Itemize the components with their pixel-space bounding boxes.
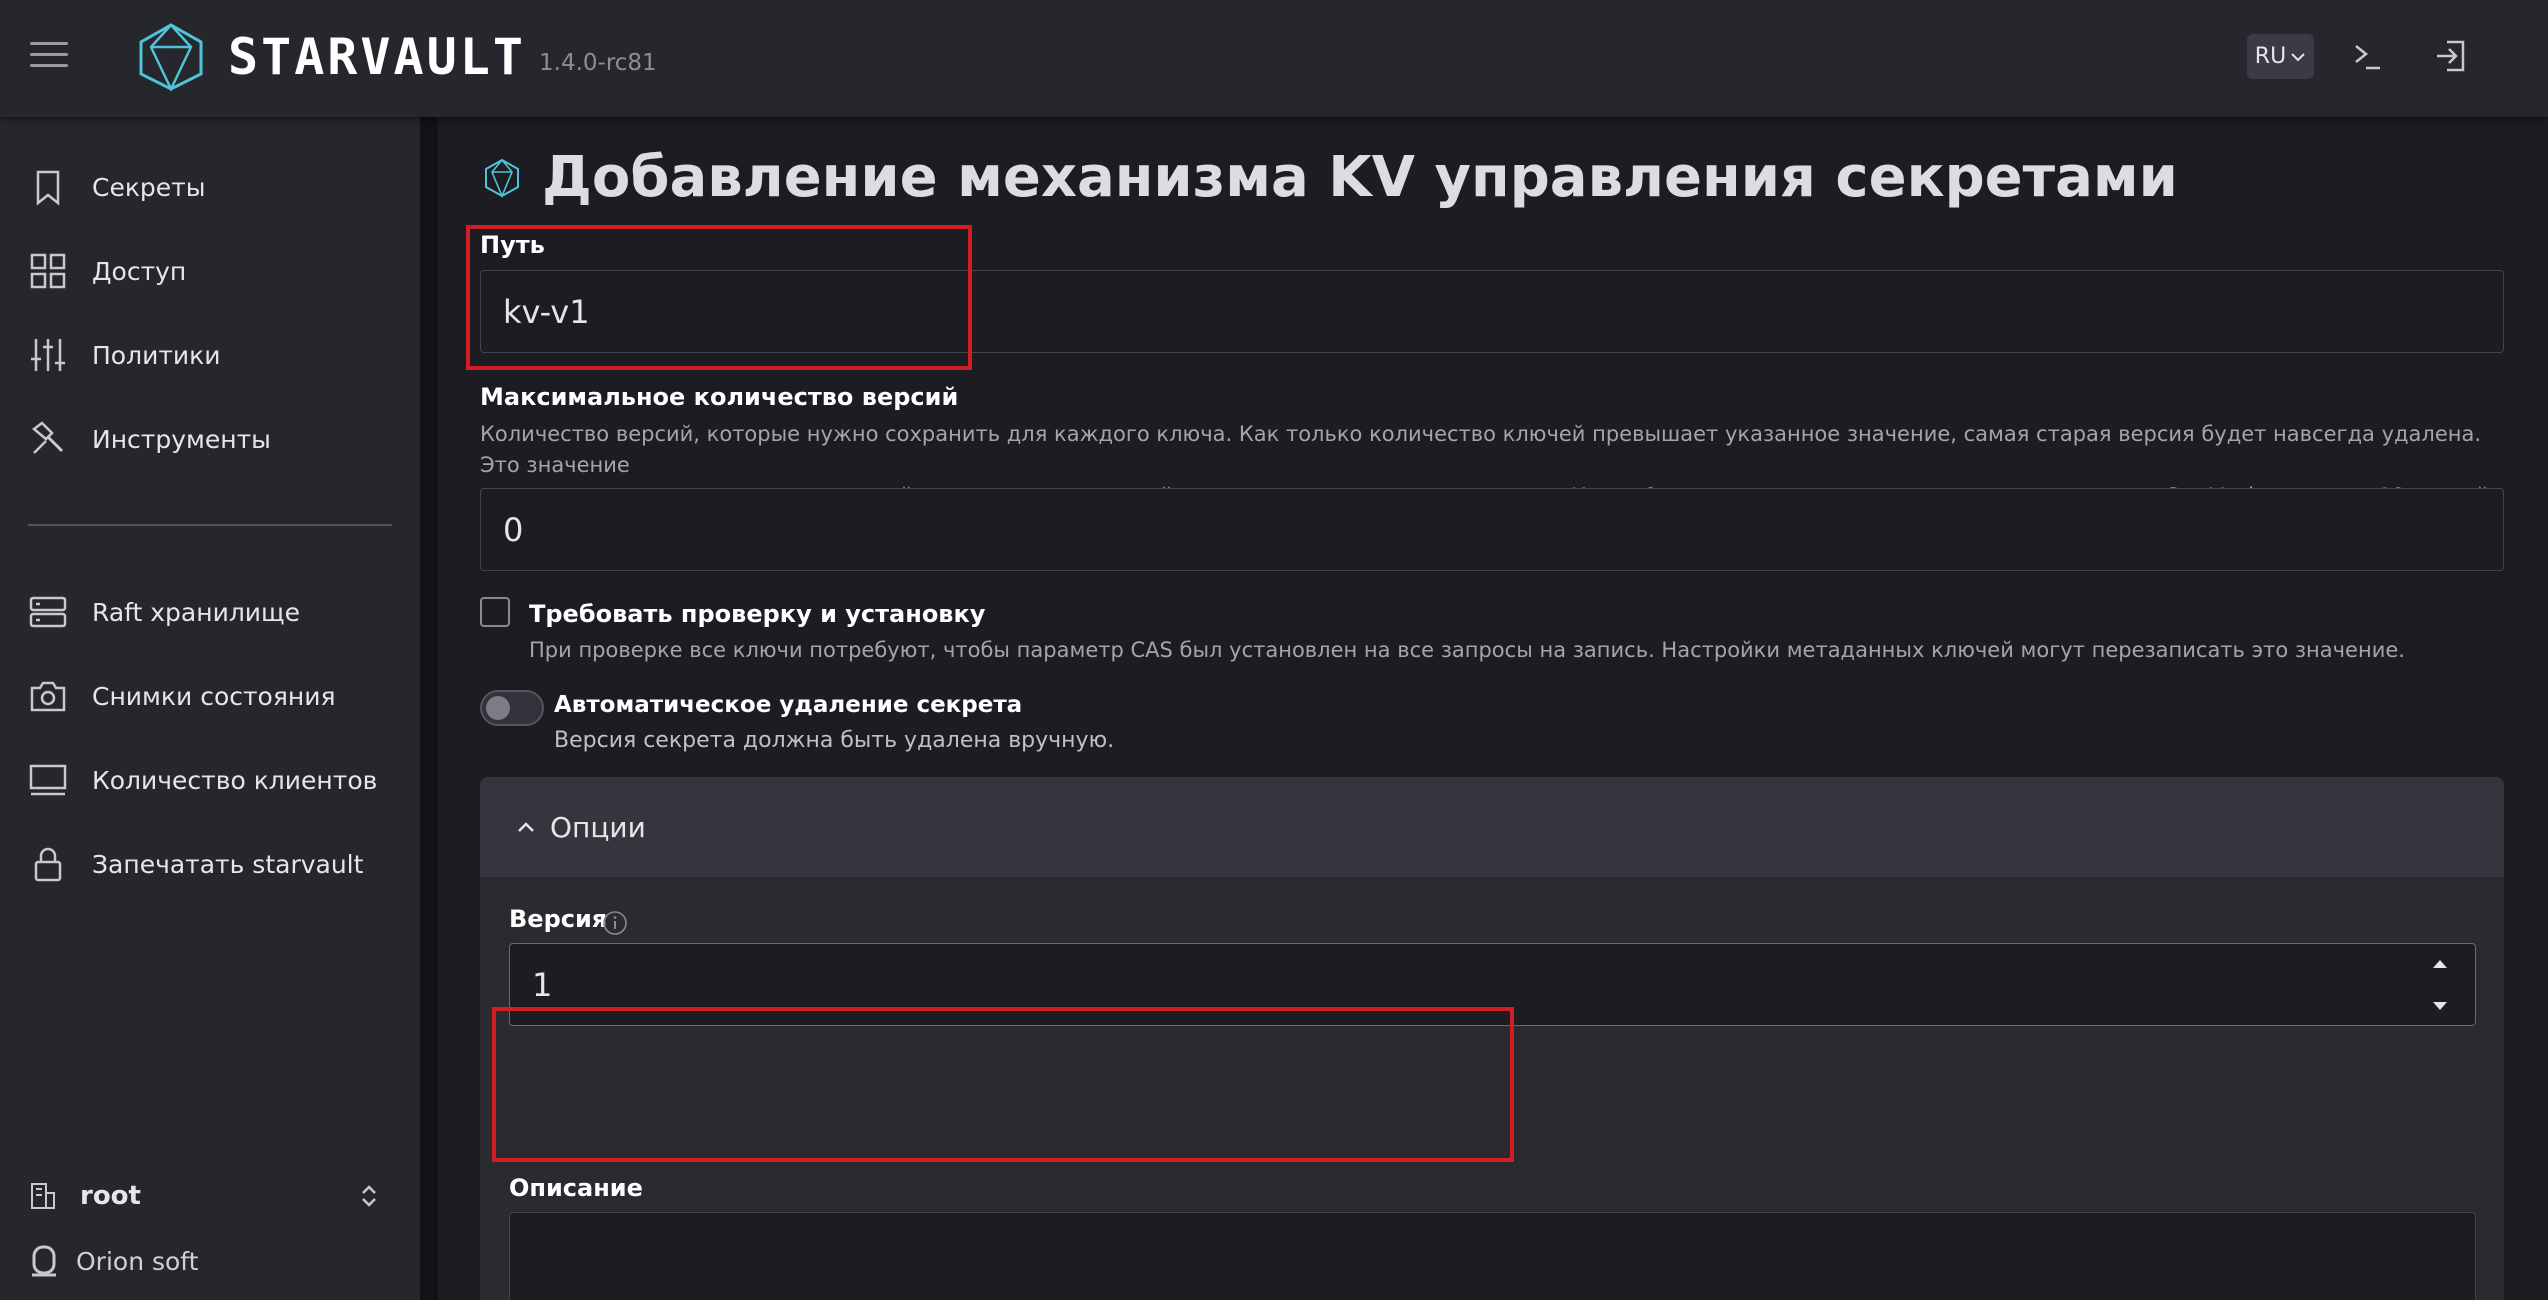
chevron-down-icon [2291,52,2305,61]
cas-checkbox[interactable] [480,597,510,627]
lock-icon [34,847,62,882]
path-input[interactable]: kv-v1 [480,270,2504,353]
sidebar-item-label: Снимки состояния [92,681,336,711]
top-bar: STARVAULT 1.4.0-rc81 RU [0,0,2548,117]
sidebar-item-raft-storage[interactable]: Raft хранилище [28,587,398,637]
namespace-picker[interactable]: root [28,1171,380,1221]
sidebar-item-tools[interactable]: Инструменты [28,414,398,464]
options-label: Опции [550,810,646,844]
language-select[interactable]: RU [2247,34,2314,79]
orion-logo-icon [32,1245,56,1277]
sidebar-item-client-count[interactable]: Количество клиентов [28,755,398,805]
sidebar-item-secrets[interactable]: Секреты [28,162,398,212]
company-footer: Orion soft [28,1244,198,1278]
scroll-gutter [420,117,438,1300]
sidebar-item-policies[interactable]: Политики [28,330,398,380]
sidebar-item-access[interactable]: Доступ [28,246,398,296]
kv-version-label: Версия [509,905,608,933]
options-toggle[interactable]: Опции [480,777,2504,877]
max-versions-help-line-1: Количество версий, которые нужно сохрани… [480,422,2482,477]
sidebar-item-label: Политики [92,340,221,370]
sidebar-item-snapshots[interactable]: Снимки состояния [28,671,398,721]
cas-help: При проверке все ключи потребуют, чтобы … [529,638,2405,662]
logout-icon[interactable] [2431,36,2471,76]
sidebar-item-label: Доступ [92,256,187,286]
sidebar-item-label: Секреты [92,172,206,202]
sidebar-item-label: Raft хранилище [92,597,300,627]
sidebar-divider [28,524,392,526]
namespace-label: root [80,1181,141,1211]
main-content: Добавление механизма KV управления секре… [438,117,2548,1300]
bookmark-icon [36,170,60,206]
camera-icon [30,681,66,712]
menu-icon[interactable] [30,42,68,72]
app-version: 1.4.0-rc81 [539,50,657,76]
tools-icon [31,421,64,454]
max-versions-label: Максимальное количество версий [480,383,959,411]
brand-name: STARVAULT [228,28,526,86]
company-name: Orion soft [76,1246,199,1276]
kv-version-input[interactable]: 1 [509,943,2476,1026]
kv-version-value: 1 [532,965,553,1004]
max-versions-value: 0 [503,510,524,549]
number-stepper-icon[interactable] [2429,954,2451,1016]
auto-delete-help: Версия секрета должна быть удалена вручн… [554,728,1115,753]
starvault-logo-icon [139,23,203,92]
sidebar-item-label: Инструменты [92,424,271,454]
language-label: RU [2254,44,2287,69]
page-title: Добавление механизма KV управления секре… [542,145,2178,210]
auto-delete-label: Автоматическое удаление секрета [554,692,1023,718]
chevron-up-icon [518,822,534,832]
description-label: Описание [509,1174,643,1202]
sidebar-item-label: Количество клиентов [92,765,378,795]
path-value: kv-v1 [503,292,590,331]
path-label: Путь [480,231,545,259]
description-textarea[interactable] [509,1212,2476,1300]
chevron-up-down-icon [362,1185,376,1207]
grid-icon [30,253,66,289]
terminal-icon[interactable] [2348,36,2388,76]
monitor-icon [29,764,67,796]
sidebar: Секреты Доступ Политики Инструменты Raft… [0,117,420,1300]
highlight-box-version [492,1007,1514,1162]
server-icon [29,596,67,628]
info-icon[interactable] [602,910,628,936]
sidebar-item-label: Запечатать starvault [92,849,364,879]
page-header: Добавление механизма KV управления секре… [484,145,2178,210]
sliders-icon [31,339,65,371]
max-versions-input[interactable]: 0 [480,488,2504,571]
sidebar-item-seal[interactable]: Запечатать starvault [28,839,398,889]
kv-engine-icon [485,158,519,198]
auto-delete-toggle[interactable] [480,690,544,726]
cas-label: Требовать проверку и установку [529,600,986,628]
building-icon [31,1183,55,1209]
options-panel: Опции Версия 1 Описание [480,777,2504,1300]
